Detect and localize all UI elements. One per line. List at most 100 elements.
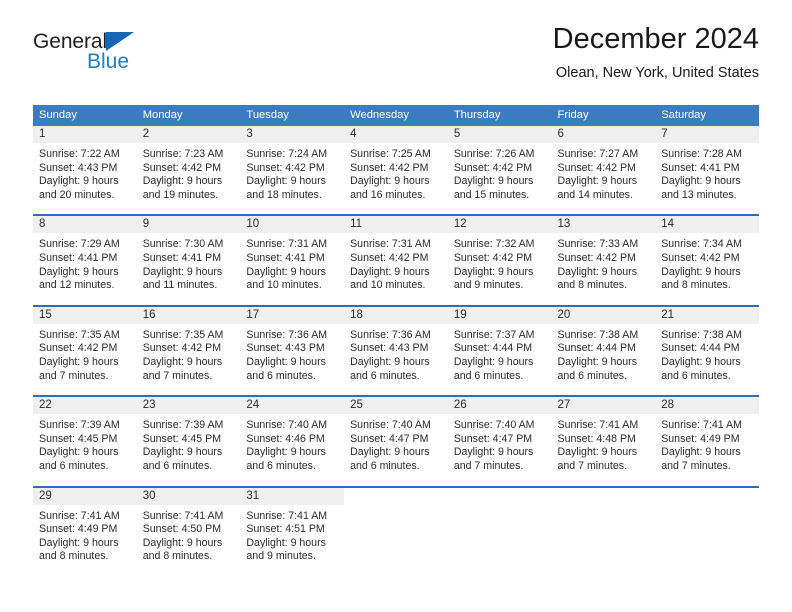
daylight-line1: Daylight: 9 hours <box>350 446 430 459</box>
day-cell[interactable]: 2 Sunrise: 7:23 AM Sunset: 4:42 PM Dayli… <box>136 126 241 215</box>
day-details: Sunrise: 7:29 AM Sunset: 4:41 PM Dayligh… <box>33 233 137 305</box>
day-details: Sunrise: 7:40 AM Sunset: 4:47 PM Dayligh… <box>447 414 552 486</box>
day-details: Sunrise: 7:36 AM Sunset: 4:43 PM Dayligh… <box>240 323 345 396</box>
day-cell[interactable]: 6 Sunrise: 7:27 AM Sunset: 4:42 PM Dayli… <box>551 126 656 215</box>
day-cell[interactable]: 20 Sunrise: 7:38 AM Sunset: 4:44 PM Dayl… <box>551 304 656 397</box>
sunrise-text: Sunrise: 7:27 AM <box>557 148 639 160</box>
day-number: 8 <box>33 216 137 234</box>
sunset-text: Sunset: 4:44 PM <box>557 342 636 355</box>
sunrise-text: Sunrise: 7:40 AM <box>246 419 328 432</box>
daylight-line1: Daylight: 9 hours <box>453 446 534 459</box>
sunrise-text: Sunrise: 7:29 AM <box>39 238 120 251</box>
day-cell[interactable]: 17 Sunrise: 7:36 AM Sunset: 4:43 PM Dayl… <box>240 304 345 397</box>
daylight-line2: and 8 minutes. <box>142 550 213 563</box>
daylight-line2: and 20 minutes. <box>39 188 115 201</box>
day-cell[interactable]: 13 Sunrise: 7:33 AM Sunset: 4:42 PM Dayl… <box>551 214 656 306</box>
day-cell[interactable]: 31 Sunrise: 7:41 AM Sunset: 4:51 PM Dayl… <box>240 485 345 576</box>
day-number <box>344 487 448 505</box>
sunset-text: Sunset: 4:51 PM <box>246 523 325 536</box>
week-row: 22 Sunrise: 7:39 AM Sunset: 4:45 PM Dayl… <box>33 395 759 487</box>
sunrise-text: Sunrise: 7:41 AM <box>142 509 224 522</box>
week-row: 8 Sunrise: 7:29 AM Sunset: 4:41 PM Dayli… <box>33 214 759 306</box>
day-cell[interactable]: 30 Sunrise: 7:41 AM Sunset: 4:50 PM Dayl… <box>136 485 241 576</box>
sunrise-text: Sunrise: 7:41 AM <box>246 509 328 522</box>
day-cell[interactable]: 12 Sunrise: 7:32 AM Sunset: 4:42 PM Dayl… <box>447 214 552 306</box>
day-number <box>655 487 759 505</box>
daylight-line2: and 8 minutes. <box>39 550 109 563</box>
day-cell[interactable]: 21 Sunrise: 7:38 AM Sunset: 4:44 PM Dayl… <box>655 304 759 397</box>
day-cell[interactable]: 19 Sunrise: 7:37 AM Sunset: 4:44 PM Dayl… <box>447 304 552 397</box>
day-cell[interactable]: 16 Sunrise: 7:35 AM Sunset: 4:42 PM Dayl… <box>136 304 241 397</box>
sunset-text: Sunset: 4:47 PM <box>350 432 429 445</box>
daylight-line2: and 6 minutes. <box>350 459 420 472</box>
daylight-line1: Daylight: 9 hours <box>39 265 119 278</box>
daylight-line1: Daylight: 9 hours <box>453 355 534 368</box>
sunrise-text: Sunrise: 7:36 AM <box>350 328 431 341</box>
day-cell[interactable]: 24 Sunrise: 7:40 AM Sunset: 4:46 PM Dayl… <box>240 395 345 487</box>
day-cell[interactable]: 10 Sunrise: 7:31 AM Sunset: 4:41 PM Dayl… <box>240 214 345 306</box>
day-details: Sunrise: 7:38 AM Sunset: 4:44 PM Dayligh… <box>655 323 759 396</box>
calendar-page: General Blue December 2024 Olean, New Yo… <box>0 0 792 612</box>
sunset-text: Sunset: 4:44 PM <box>453 342 533 355</box>
day-cell[interactable]: 18 Sunrise: 7:36 AM Sunset: 4:43 PM Dayl… <box>344 304 448 397</box>
sunrise-text: Sunrise: 7:36 AM <box>246 328 328 341</box>
daylight-line2: and 6 minutes. <box>39 459 109 472</box>
daylight-line2: and 6 minutes. <box>453 369 524 382</box>
daylight-line1: Daylight: 9 hours <box>39 536 119 549</box>
week-row: 29 Sunrise: 7:41 AM Sunset: 4:49 PM Dayl… <box>33 485 759 576</box>
daylight-line1: Daylight: 9 hours <box>661 265 741 278</box>
day-cell[interactable]: 15 Sunrise: 7:35 AM Sunset: 4:42 PM Dayl… <box>33 304 137 397</box>
daylight-line2: and 9 minutes. <box>453 279 524 292</box>
day-cell[interactable]: 27 Sunrise: 7:41 AM Sunset: 4:48 PM Dayl… <box>551 395 656 487</box>
column-header-tuesday: Tuesday <box>240 105 345 126</box>
sunrise-text: Sunrise: 7:23 AM <box>142 148 224 160</box>
day-cell[interactable]: 7 Sunrise: 7:28 AM Sunset: 4:41 PM Dayli… <box>655 126 759 215</box>
day-cell[interactable]: 8 Sunrise: 7:29 AM Sunset: 4:41 PM Dayli… <box>33 214 137 306</box>
sunrise-text: Sunrise: 7:24 AM <box>246 148 328 160</box>
day-details: Sunrise: 7:33 AM Sunset: 4:42 PM Dayligh… <box>551 233 656 305</box>
day-cell[interactable]: 9 Sunrise: 7:30 AM Sunset: 4:41 PM Dayli… <box>136 214 241 306</box>
daylight-line1: Daylight: 9 hours <box>142 536 223 549</box>
day-number: 15 <box>33 306 137 324</box>
day-cell[interactable]: 5 Sunrise: 7:26 AM Sunset: 4:42 PM Dayli… <box>447 126 552 215</box>
sunset-text: Sunset: 4:44 PM <box>661 342 740 355</box>
day-details: Sunrise: 7:36 AM Sunset: 4:43 PM Dayligh… <box>344 323 448 396</box>
day-cell[interactable]: 28 Sunrise: 7:41 AM Sunset: 4:49 PM Dayl… <box>655 395 759 487</box>
sunrise-text: Sunrise: 7:25 AM <box>350 148 431 160</box>
day-cell[interactable]: 22 Sunrise: 7:39 AM Sunset: 4:45 PM Dayl… <box>33 395 137 487</box>
daylight-line2: and 6 minutes. <box>661 369 731 382</box>
day-cell[interactable]: 23 Sunrise: 7:39 AM Sunset: 4:45 PM Dayl… <box>136 395 241 487</box>
sunrise-text: Sunrise: 7:40 AM <box>453 419 535 432</box>
day-details: Sunrise: 7:27 AM Sunset: 4:42 PM Dayligh… <box>551 143 656 215</box>
day-details: Sunrise: 7:28 AM Sunset: 4:41 PM Dayligh… <box>655 143 759 215</box>
daylight-line2: and 7 minutes. <box>39 369 109 382</box>
daylight-line1: Daylight: 9 hours <box>246 355 326 368</box>
sunset-text: Sunset: 4:42 PM <box>142 161 222 174</box>
sunset-text: Sunset: 4:41 PM <box>39 251 118 264</box>
day-number: 29 <box>33 487 137 505</box>
day-cell[interactable]: 3 Sunrise: 7:24 AM Sunset: 4:42 PM Dayli… <box>240 126 345 215</box>
daylight-line2: and 7 minutes. <box>142 369 213 382</box>
week-row: 1 Sunrise: 7:22 AM Sunset: 4:43 PM Dayli… <box>33 126 759 215</box>
day-cell[interactable]: 26 Sunrise: 7:40 AM Sunset: 4:47 PM Dayl… <box>447 395 552 487</box>
day-cell[interactable]: 11 Sunrise: 7:31 AM Sunset: 4:42 PM Dayl… <box>344 214 448 306</box>
day-number: 1 <box>33 126 137 143</box>
day-cell[interactable]: 29 Sunrise: 7:41 AM Sunset: 4:49 PM Dayl… <box>33 485 137 576</box>
daylight-line2: and 7 minutes. <box>453 459 524 472</box>
day-number: 22 <box>33 397 137 415</box>
page-title: December 2024 <box>552 23 759 55</box>
day-details: Sunrise: 7:35 AM Sunset: 4:42 PM Dayligh… <box>33 323 137 396</box>
day-details: Sunrise: 7:32 AM Sunset: 4:42 PM Dayligh… <box>447 233 552 305</box>
sunset-text: Sunset: 4:47 PM <box>453 432 533 445</box>
day-cell[interactable]: 25 Sunrise: 7:40 AM Sunset: 4:47 PM Dayl… <box>344 395 448 487</box>
daylight-line1: Daylight: 9 hours <box>246 265 326 278</box>
day-cell[interactable]: 4 Sunrise: 7:25 AM Sunset: 4:42 PM Dayli… <box>344 126 448 215</box>
day-cell[interactable]: 1 Sunrise: 7:22 AM Sunset: 4:43 PM Dayli… <box>33 126 137 215</box>
day-details <box>551 504 656 571</box>
daylight-line2: and 16 minutes. <box>350 188 426 201</box>
sunset-text: Sunset: 4:42 PM <box>453 161 533 174</box>
day-cell[interactable]: 14 Sunrise: 7:34 AM Sunset: 4:42 PM Dayl… <box>655 214 759 306</box>
day-number: 17 <box>240 306 345 324</box>
day-details: Sunrise: 7:31 AM Sunset: 4:42 PM Dayligh… <box>344 233 448 305</box>
column-header-wednesday: Wednesday <box>344 105 448 126</box>
